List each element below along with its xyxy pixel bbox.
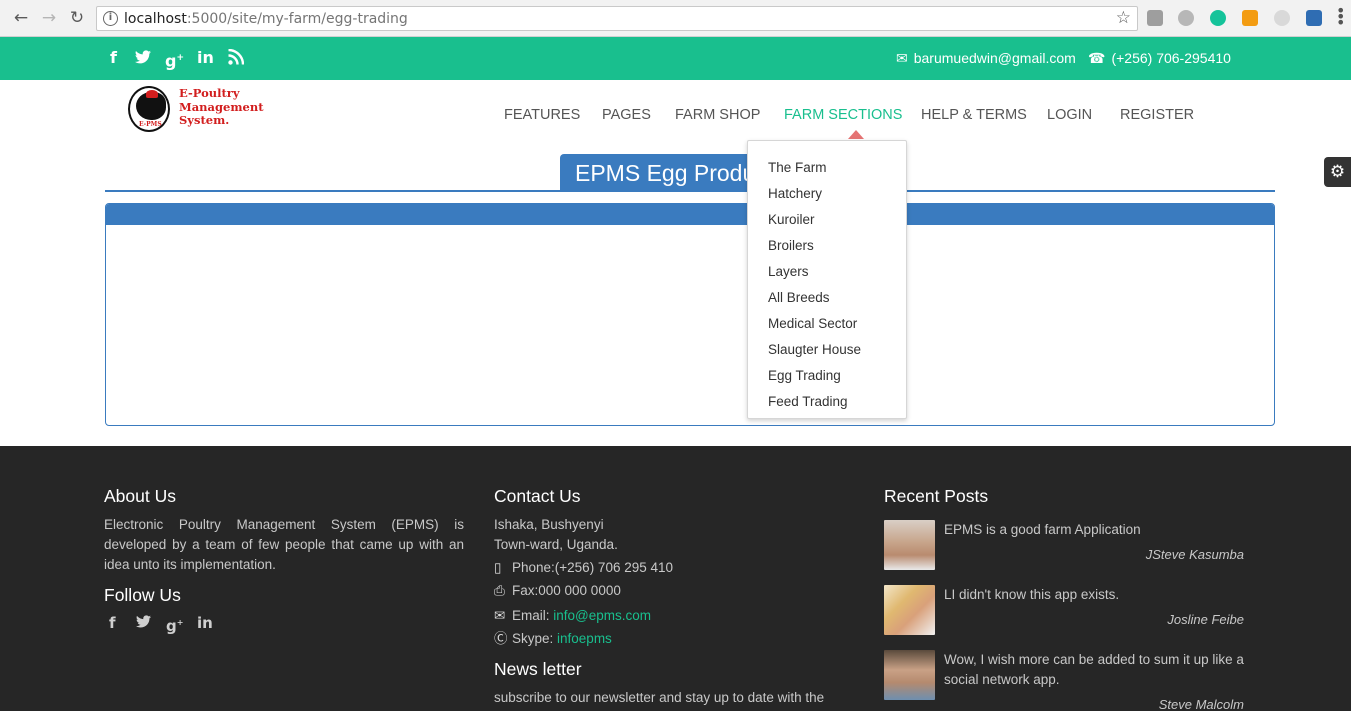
footer-google-plus-icon[interactable]: g+: [166, 614, 183, 635]
site-logo[interactable]: E-PMS E-Poultry Management System.: [128, 86, 278, 134]
post-text[interactable]: EPMS is a good farm Application: [944, 520, 1254, 540]
settings-gear-icon[interactable]: ⚙: [1324, 157, 1351, 187]
newsletter-heading: News letter: [494, 659, 582, 679]
mobile-phone-icon: ▯: [494, 560, 502, 575]
nav-pages[interactable]: PAGES: [602, 106, 651, 126]
post-avatar: [884, 585, 935, 635]
about-text: Electronic Poultry Management System (EP…: [104, 517, 464, 572]
nav-features[interactable]: FEATURES: [504, 106, 580, 126]
post-text[interactable]: Wow, I wish more can be added to sum it …: [944, 650, 1254, 690]
extension-icon[interactable]: [1306, 10, 1322, 26]
google-plus-icon[interactable]: g+: [165, 49, 184, 70]
dropdown-item-hatchery[interactable]: Hatchery: [768, 185, 822, 203]
post-avatar: [884, 650, 935, 700]
contact-address-line2: Town-ward, Uganda.: [494, 537, 618, 552]
skype-icon: Ⓒ: [494, 631, 508, 646]
post-author: Josline Feibe: [1167, 612, 1244, 627]
footer-facebook-icon[interactable]: f: [109, 614, 116, 632]
url-text[interactable]: localhost:5000/site/my-farm/egg-trading: [124, 10, 408, 28]
footer-twitter-icon[interactable]: [136, 614, 152, 633]
facebook-icon[interactable]: f: [110, 49, 117, 67]
dropdown-item-layers[interactable]: Layers: [768, 263, 809, 281]
contact-email-link[interactable]: info@epms.com: [553, 608, 651, 623]
dropdown-item-egg-trading[interactable]: Egg Trading: [768, 367, 841, 385]
site-info-icon[interactable]: i: [103, 11, 118, 26]
rss-icon[interactable]: [228, 48, 245, 67]
phone-icon: ☎: [1088, 50, 1106, 66]
farm-sections-dropdown: The Farm Hatchery Kuroiler Broilers Laye…: [747, 140, 907, 419]
extension-icon[interactable]: [1242, 10, 1258, 26]
extension-icon[interactable]: [1147, 10, 1163, 26]
fax-icon: ⎙: [494, 583, 505, 598]
dropdown-item-medical-sector[interactable]: Medical Sector: [768, 315, 857, 333]
newsletter-text: subscribe to our newsletter and stay up …: [494, 690, 825, 705]
nav-login[interactable]: LOGIN: [1047, 106, 1092, 126]
header-phone: ☎ (+256) 706-295410: [1088, 50, 1231, 66]
contact-phone: ▯ Phone:(+256) 706 295 410: [494, 560, 674, 575]
dropdown-item-slaughter-house[interactable]: Slaugter House: [768, 341, 861, 359]
dropdown-item-all-breeds[interactable]: All Breeds: [768, 289, 830, 307]
recent-posts-heading: Recent Posts: [884, 486, 989, 506]
contact-skype: Ⓒ Skype: infoepms: [494, 631, 612, 646]
contact-fax: ⎙ Fax:000 000 0000: [494, 583, 621, 598]
follow-heading: Follow Us: [104, 585, 181, 605]
dropdown-item-kuroiler[interactable]: Kuroiler: [768, 211, 815, 229]
rooster-logo-icon: E-PMS: [128, 86, 170, 132]
back-arrow-icon[interactable]: ←: [11, 8, 31, 28]
logo-text: E-Poultry Management System.: [179, 86, 264, 127]
extension-icon[interactable]: [1178, 10, 1194, 26]
active-nav-caret: [848, 130, 864, 139]
dropdown-item-feed-trading[interactable]: Feed Trading: [768, 393, 848, 411]
browser-menu-icon[interactable]: • • •: [1336, 3, 1345, 31]
dropdown-item-broilers[interactable]: Broilers: [768, 237, 814, 255]
nav-farm-sections[interactable]: FARM SECTIONS: [784, 106, 902, 126]
twitter-icon[interactable]: [135, 49, 152, 67]
contact-address-line1: Ishaka, Bushyenyi: [494, 517, 604, 532]
header-email[interactable]: ✉ barumuedwin@gmail.com: [896, 49, 1076, 67]
browser-toolbar: ← → ↻ i localhost:5000/site/my-farm/egg-…: [0, 0, 1351, 37]
footer-linkedin-icon[interactable]: in: [197, 614, 213, 632]
envelope-icon: ✉: [494, 608, 506, 623]
contact-email: ✉ Email: info@epms.com: [494, 608, 652, 623]
content-panel: [105, 203, 1275, 426]
post-avatar: [884, 520, 935, 570]
nav-register[interactable]: REGISTER: [1120, 106, 1194, 126]
dropdown-item-the-farm[interactable]: The Farm: [768, 159, 827, 177]
post-text[interactable]: LI didn't know this app exists.: [944, 585, 1254, 605]
address-bar[interactable]: i localhost:5000/site/my-farm/egg-tradin…: [96, 6, 1138, 31]
reload-icon[interactable]: ↻: [67, 8, 87, 28]
nav-help-terms[interactable]: HELP & TERMS: [921, 106, 1027, 126]
grammarly-extension-icon[interactable]: [1210, 10, 1226, 26]
panel-header: [106, 204, 1274, 225]
forward-arrow-icon[interactable]: →: [39, 8, 59, 28]
page-title: EPMS Egg Produ: [560, 154, 760, 191]
about-heading: About Us: [104, 486, 176, 506]
top-contact-bar: f g+ in ✉ barumuedwin@gmail.com ☎ (+256) 7…: [0, 37, 1351, 80]
site-footer: About Us Electronic Poultry Management S…: [0, 446, 1351, 712]
nav-farm-shop[interactable]: FARM SHOP: [675, 106, 760, 126]
bookmark-star-icon[interactable]: ☆: [1116, 8, 1131, 28]
title-divider: [105, 190, 1275, 192]
contact-skype-link[interactable]: infoepms: [557, 631, 612, 646]
post-author: Steve Malcolm: [1158, 697, 1244, 712]
envelope-icon: ✉: [896, 50, 908, 66]
linkedin-icon[interactable]: in: [197, 49, 214, 67]
extension-icon[interactable]: [1274, 10, 1290, 26]
post-author: JSteve Kasumba: [1145, 547, 1244, 562]
contact-heading: Contact Us: [494, 486, 581, 506]
